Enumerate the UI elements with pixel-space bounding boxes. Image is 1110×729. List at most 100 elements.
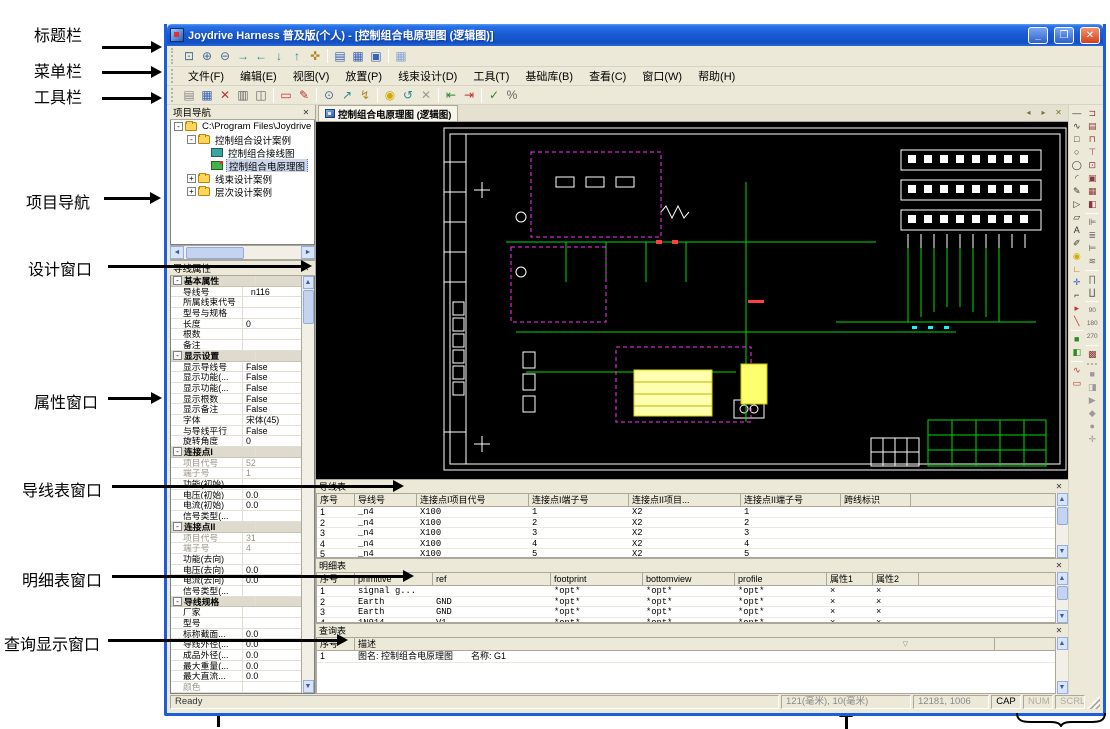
property-row[interactable]: 功能(去向)	[171, 554, 301, 565]
polyline-tool-icon[interactable]: ∿	[1070, 120, 1084, 133]
property-group[interactable]: -基本属性	[171, 276, 301, 287]
bulb-icon[interactable]: ◉	[1070, 250, 1084, 263]
menu-item[interactable]: 工具(T)	[465, 66, 517, 86]
menu-item[interactable]: 视图(V)	[285, 66, 338, 86]
property-row[interactable]: 颜色	[171, 682, 301, 693]
tree-item[interactable]: -控制组合设计案例	[171, 133, 314, 146]
expander-icon[interactable]: -	[174, 122, 183, 131]
view-tile-icon[interactable]: ▦	[349, 48, 367, 65]
align-right-icon[interactable]: ⊨	[1085, 242, 1099, 255]
tab-schematic[interactable]: 控制组合电原理图 (逻辑图)	[318, 105, 458, 121]
property-row[interactable]: 显示导线号False	[171, 362, 301, 373]
new-icon[interactable]: ▤	[180, 87, 198, 104]
property-row[interactable]: 厂家	[171, 607, 301, 618]
delete-icon[interactable]: ✕	[216, 87, 234, 104]
table-row[interactable]: 2EarthGND*opt**opt**opt*××	[317, 597, 1055, 608]
tree-item[interactable]: 控制组合接线图	[171, 146, 314, 159]
vertical-scrollbar[interactable]: ▲ ▼	[1055, 637, 1068, 694]
menu-item[interactable]: 窗口(W)	[634, 66, 690, 86]
scroll-down-icon[interactable]: ▼	[1057, 610, 1068, 623]
column-header[interactable]: 序号	[317, 494, 355, 507]
expander-icon[interactable]: +	[187, 174, 196, 183]
column-header[interactable]: footprint	[551, 573, 643, 586]
dot-marker-icon[interactable]: ●	[1085, 420, 1099, 433]
highlight-icon[interactable]: ◉	[381, 87, 399, 104]
scroll-up-icon[interactable]: ▲	[303, 276, 314, 289]
polygon-tool-icon[interactable]: ▷	[1070, 198, 1084, 211]
property-row[interactable]: 显示功能(...False	[171, 372, 301, 383]
property-row[interactable]: 根数	[171, 329, 301, 340]
table-row[interactable]: 1_n4X1001X21	[317, 507, 1055, 518]
minimize-button[interactable]: _	[1028, 27, 1048, 44]
shield-icon[interactable]: ⊡	[1085, 159, 1099, 172]
pan-down-icon[interactable]: ↓	[270, 48, 288, 65]
table-row[interactable]: 1signal g...*opt**opt**opt*××	[317, 586, 1055, 597]
vertical-scrollbar[interactable]: ▲ ▼	[1055, 493, 1068, 558]
collapse-icon[interactable]: -	[173, 276, 182, 285]
cancel-icon[interactable]: ✕	[417, 87, 435, 104]
align-left-icon[interactable]: ⊫	[1085, 216, 1099, 229]
pan-right-icon[interactable]: →	[234, 48, 252, 65]
align-bottom-icon[interactable]: ∐	[1085, 286, 1099, 299]
column-header[interactable]: 跨线标识	[841, 494, 911, 507]
flag-icon[interactable]: ▸	[1070, 302, 1084, 315]
toolbar-grip[interactable]	[171, 48, 176, 64]
tab-scroll-left-icon[interactable]: ◂	[1022, 107, 1035, 119]
query-table[interactable]: 序号描述1图名: 控制组合电原理图 名称: G1	[316, 637, 1055, 694]
property-row[interactable]: 项目代号31	[171, 533, 301, 544]
title-bar[interactable]: Joydrive Harness 普及版(个人) - [控制组合电原理图 (逻辑…	[167, 24, 1103, 46]
tree-item[interactable]: 控制组合电原理图	[171, 159, 314, 172]
distribute-icon[interactable]: ≋	[1085, 255, 1099, 268]
fill-green-icon[interactable]: ■	[1070, 333, 1084, 346]
column-header[interactable]: bottomview	[643, 573, 735, 586]
resize-grip[interactable]	[1087, 695, 1100, 709]
red-wire-icon[interactable]: ∿	[1070, 364, 1084, 377]
menu-item[interactable]: 线束设计(D)	[390, 66, 465, 86]
view-full-icon[interactable]: ▣	[367, 48, 385, 65]
tree-item[interactable]: +线束设计案例	[171, 172, 314, 185]
column-header[interactable]: 连接点I项目代号	[417, 494, 529, 507]
table-row[interactable]: 3_n4X1003X23	[317, 528, 1055, 539]
property-row[interactable]: 旋转角度0	[171, 436, 301, 447]
component-icon[interactable]: ▣	[1085, 172, 1099, 185]
ellipse-tool-icon[interactable]: ◯	[1070, 159, 1084, 172]
slash-icon[interactable]: ╲	[1070, 315, 1084, 328]
table-row[interactable]: 3EarthGND*opt**opt**opt*××	[317, 607, 1055, 618]
tab-scroll-right-icon[interactable]: ▸	[1037, 107, 1050, 119]
menu-item[interactable]: 帮助(H)	[690, 66, 743, 86]
scroll-left-icon[interactable]: ◄	[170, 246, 184, 259]
close-icon[interactable]: ✕	[1053, 625, 1065, 636]
menu-item[interactable]: 查看(C)	[581, 66, 634, 86]
shape-tool-icon[interactable]: ▱	[1070, 211, 1084, 224]
pan-hand-icon[interactable]: ✜	[306, 48, 324, 65]
vertical-scrollbar[interactable]: ▲ ▼	[1055, 572, 1068, 623]
rect-tool-icon[interactable]: □	[1070, 133, 1084, 146]
circle-tool-icon[interactable]: ○	[1070, 146, 1084, 159]
scrollbar-thumb[interactable]	[1057, 507, 1068, 525]
pan-left-icon[interactable]: ←	[252, 48, 270, 65]
scroll-down-icon[interactable]: ▼	[303, 680, 314, 693]
detail-table[interactable]: 序号primitivereffootprintbottomviewprofile…	[316, 572, 1055, 623]
tab-close-icon[interactable]: ✕	[1052, 107, 1065, 119]
property-row[interactable]: 与导线平行False	[171, 426, 301, 437]
group-icon[interactable]: ▩	[1085, 348, 1099, 361]
scroll-up-icon[interactable]: ▲	[1057, 493, 1068, 506]
close-icon[interactable]: ✕	[300, 107, 312, 118]
property-row[interactable]: 最大重量(...0.0	[171, 661, 301, 672]
property-group[interactable]: -显示设置	[171, 351, 301, 362]
scroll-up-icon[interactable]: ▲	[1057, 572, 1068, 585]
property-row[interactable]: 项目代号52	[171, 458, 301, 469]
print-preview-icon[interactable]: ◫	[252, 87, 270, 104]
property-row[interactable]: 端子号4	[171, 543, 301, 554]
ground-icon[interactable]: ⊤	[1085, 146, 1099, 159]
property-row[interactable]: 显示根数False	[171, 394, 301, 405]
close-button[interactable]: ✕	[1080, 27, 1100, 44]
property-row[interactable]: 显示备注False	[171, 404, 301, 415]
align-top-icon[interactable]: ∏	[1085, 273, 1099, 286]
column-header[interactable]: profile	[735, 573, 827, 586]
connector-icon[interactable]: ⊐	[1085, 107, 1099, 120]
save-icon[interactable]: ▦	[198, 87, 216, 104]
expander-icon[interactable]: +	[187, 187, 196, 196]
toolbar-grip[interactable]	[171, 69, 176, 83]
pen-tool-icon[interactable]: ✎	[1070, 185, 1084, 198]
